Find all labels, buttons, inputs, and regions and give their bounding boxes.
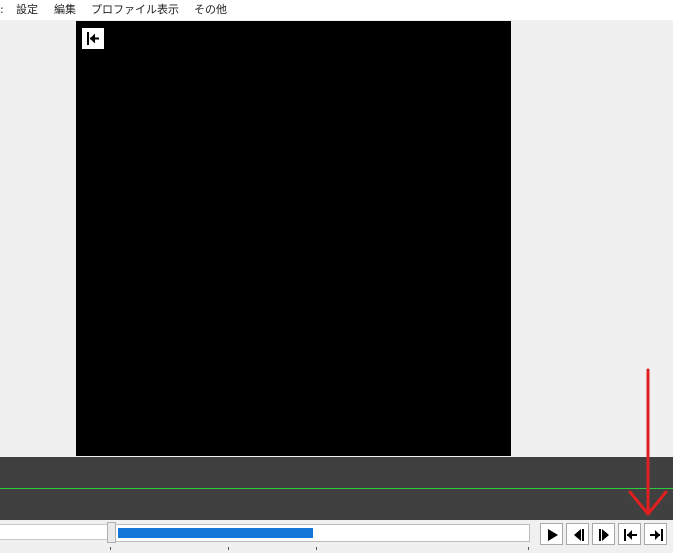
seek-tick — [528, 547, 529, 550]
menu-view[interactable]: 表示 — [157, 3, 179, 17]
seek-bar[interactable] — [112, 524, 530, 542]
menu-bar: : 設定 編集 プロファイル 表示 その他 — [0, 0, 673, 20]
timeline-track-area[interactable] — [0, 457, 673, 520]
frame-indicator-box — [0, 524, 108, 540]
timeline-line — [0, 488, 673, 489]
next-frame-button[interactable] — [592, 523, 615, 545]
menu-other[interactable]: その他 — [194, 3, 227, 17]
video-preview[interactable] — [76, 21, 511, 456]
play-button[interactable] — [540, 523, 563, 545]
seek-thumb[interactable] — [107, 522, 116, 543]
playback-bar — [0, 520, 673, 553]
seek-tick — [228, 547, 229, 550]
menu-edit[interactable]: 編集 — [54, 3, 76, 17]
seek-tick — [316, 547, 317, 550]
menu-settings[interactable]: 設定 — [16, 3, 38, 17]
seek-tick — [110, 547, 111, 550]
menu-profile[interactable]: プロファイル — [91, 3, 157, 17]
seek-progress-fill — [118, 528, 313, 538]
menu-cutoff-edge: : — [0, 3, 4, 16]
go-to-start-button[interactable] — [618, 523, 641, 545]
previous-frame-button[interactable] — [566, 523, 589, 545]
preview-go-to-start-button[interactable] — [82, 28, 104, 49]
go-to-end-button[interactable] — [644, 523, 667, 545]
